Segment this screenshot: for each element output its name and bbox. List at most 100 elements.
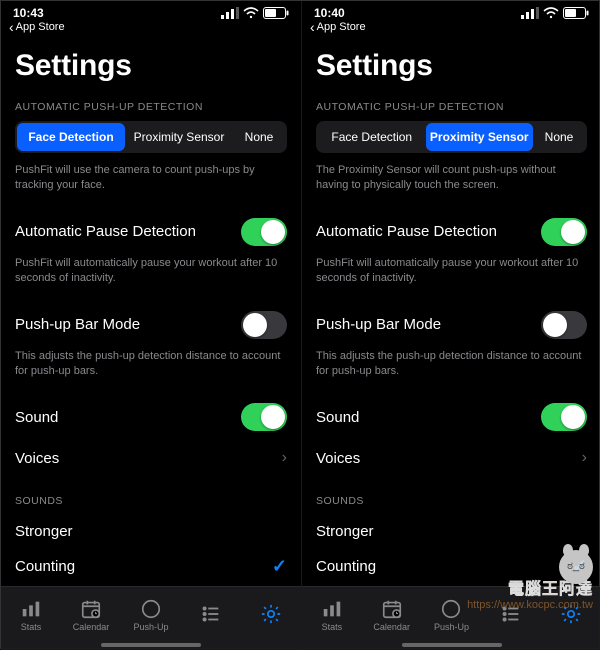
tab-gear[interactable] — [245, 603, 297, 627]
sound-row: Sound — [316, 393, 587, 441]
detection-description: The Proximity Sensor will count push-ups… — [316, 163, 587, 194]
circle-icon — [440, 598, 462, 620]
battery-icon — [563, 7, 589, 19]
sound-label: Sound — [316, 409, 359, 426]
detection-segmented-control: Face DetectionProximity SensorNone — [316, 121, 587, 153]
page-title: Settings — [316, 49, 587, 83]
voices-row[interactable]: Voices › — [316, 441, 587, 475]
stats-icon — [20, 598, 42, 620]
chevron-left-icon: ‹ — [9, 22, 14, 32]
tab-bar: Stats Calendar Push-Up — [302, 586, 600, 650]
voices-label: Voices — [316, 450, 360, 467]
segment-option-2[interactable]: None — [233, 123, 285, 151]
tab-label: Stats — [322, 622, 343, 632]
tab-circle[interactable]: Push-Up — [125, 598, 177, 632]
calendar-icon — [381, 598, 403, 620]
sound-item-label: Stronger — [316, 523, 374, 540]
bar-mode-row: Push-up Bar Mode — [15, 301, 287, 349]
bar-mode-toggle[interactable] — [541, 311, 587, 339]
back-button[interactable]: ‹App Store — [302, 21, 600, 39]
status-bar: 10:43 — [1, 1, 301, 21]
detection-section-label: AUTOMATIC PUSH-UP DETECTION — [15, 101, 287, 113]
bar-mode-label: Push-up Bar Mode — [15, 316, 140, 333]
detection-description: PushFit will use the camera to count pus… — [15, 163, 287, 194]
back-button[interactable]: ‹App Store — [1, 21, 301, 39]
page-title: Settings — [15, 49, 287, 83]
pause-label: Automatic Pause Detection — [316, 223, 497, 240]
sound-toggle[interactable] — [241, 403, 287, 431]
pause-label: Automatic Pause Detection — [15, 223, 196, 240]
circle-icon — [140, 598, 162, 620]
cellular-icon — [521, 7, 539, 19]
sound-item-label: Stronger — [15, 523, 73, 540]
pause-description: PushFit will automatically pause your wo… — [316, 256, 587, 287]
sound-item-0[interactable]: Stronger — [15, 515, 287, 548]
tab-calendar[interactable]: Calendar — [366, 598, 418, 632]
chevron-right-icon: › — [282, 449, 287, 467]
gear-icon — [260, 603, 282, 625]
segment-option-0[interactable]: Face Detection — [17, 123, 125, 151]
pause-detection-row: Automatic Pause Detection — [316, 208, 587, 256]
sounds-section-label: SOUNDS — [15, 495, 287, 507]
stats-icon — [321, 598, 343, 620]
tab-stats[interactable]: Stats — [5, 598, 57, 632]
sound-item-0[interactable]: Stronger — [316, 515, 587, 548]
tab-calendar[interactable]: Calendar — [65, 598, 117, 632]
sound-label: Sound — [15, 409, 58, 426]
pause-toggle[interactable] — [541, 218, 587, 246]
tab-label: Push-Up — [434, 622, 469, 632]
tab-stats[interactable]: Stats — [306, 598, 358, 632]
calendar-icon — [80, 598, 102, 620]
chevron-right-icon: › — [582, 449, 587, 467]
back-label: App Store — [16, 21, 65, 33]
battery-icon — [263, 7, 289, 19]
checkmark-icon: ✓ — [572, 556, 587, 577]
pause-toggle[interactable] — [241, 218, 287, 246]
bar-mode-description: This adjusts the push-up detection dista… — [15, 349, 287, 380]
sounds-section-label: SOUNDS — [316, 495, 587, 507]
segment-option-1[interactable]: Proximity Sensor — [426, 123, 534, 151]
detection-section-label: AUTOMATIC PUSH-UP DETECTION — [316, 101, 587, 113]
wifi-icon — [243, 7, 259, 19]
sound-item-label: Counting — [316, 558, 376, 575]
list-icon — [500, 603, 522, 625]
segment-option-0[interactable]: Face Detection — [318, 123, 426, 151]
status-bar: 10:40 — [302, 1, 600, 21]
bar-mode-toggle[interactable] — [241, 311, 287, 339]
tab-circle[interactable]: Push-Up — [425, 598, 477, 632]
list-icon — [200, 603, 222, 625]
status-time: 10:43 — [13, 6, 44, 20]
voices-label: Voices — [15, 450, 59, 467]
voices-row[interactable]: Voices › — [15, 441, 287, 475]
bar-mode-description: This adjusts the push-up detection dista… — [316, 349, 587, 380]
tab-label: Calendar — [373, 622, 410, 632]
sound-toggle[interactable] — [541, 403, 587, 431]
wifi-icon — [543, 7, 559, 19]
sound-row: Sound — [15, 393, 287, 441]
cellular-icon — [221, 7, 239, 19]
sound-item-label: Counting — [15, 558, 75, 575]
tab-label: Push-Up — [133, 622, 168, 632]
tab-bar: Stats Calendar Push-Up — [1, 586, 301, 650]
screen-1: 10:40‹App StoreSettingsAUTOMATIC PUSH-UP… — [301, 1, 600, 650]
detection-segmented-control: Face DetectionProximity SensorNone — [15, 121, 287, 153]
status-time: 10:40 — [314, 6, 345, 20]
home-indicator — [402, 643, 502, 647]
segment-option-1[interactable]: Proximity Sensor — [125, 123, 233, 151]
home-indicator — [101, 643, 201, 647]
segment-option-2[interactable]: None — [533, 123, 585, 151]
pause-description: PushFit will automatically pause your wo… — [15, 256, 287, 287]
pause-detection-row: Automatic Pause Detection — [15, 208, 287, 256]
screen-0: 10:43‹App StoreSettingsAUTOMATIC PUSH-UP… — [1, 1, 301, 650]
sound-item-1[interactable]: Counting ✓ — [316, 548, 587, 585]
tab-gear[interactable] — [545, 603, 597, 627]
tab-list[interactable] — [185, 603, 237, 627]
bar-mode-label: Push-up Bar Mode — [316, 316, 441, 333]
bar-mode-row: Push-up Bar Mode — [316, 301, 587, 349]
sound-item-1[interactable]: Counting✓ — [15, 548, 287, 585]
tab-list[interactable] — [485, 603, 537, 627]
tab-label: Stats — [21, 622, 42, 632]
back-label: App Store — [317, 21, 366, 33]
tab-label: Calendar — [73, 622, 110, 632]
chevron-left-icon: ‹ — [310, 22, 315, 32]
